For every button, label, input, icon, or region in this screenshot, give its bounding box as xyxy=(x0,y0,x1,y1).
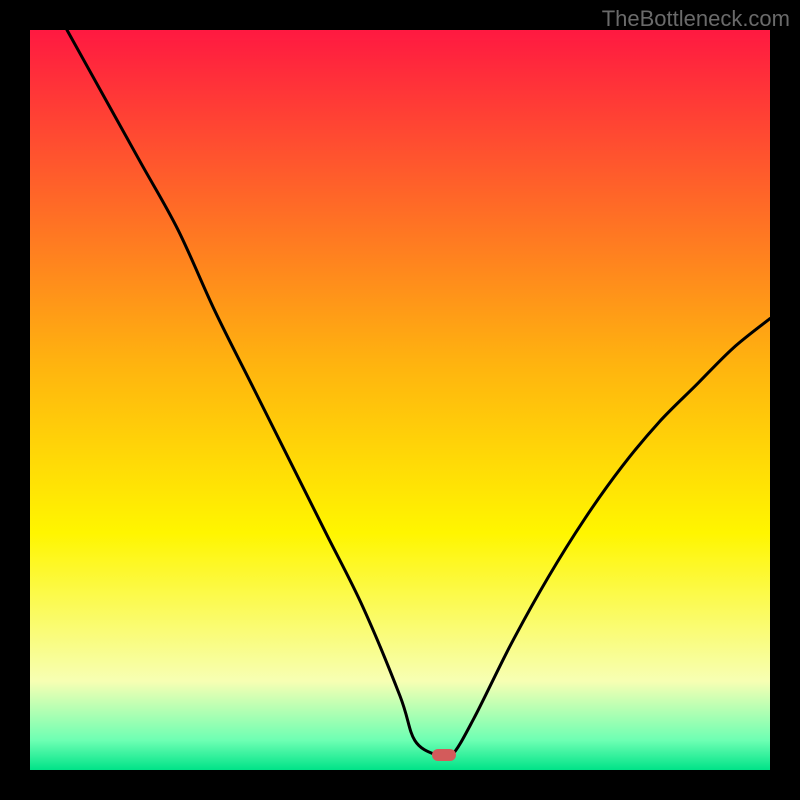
optimal-config-marker xyxy=(432,749,456,761)
chart-background xyxy=(30,30,770,770)
watermark-text: TheBottleneck.com xyxy=(602,6,790,32)
